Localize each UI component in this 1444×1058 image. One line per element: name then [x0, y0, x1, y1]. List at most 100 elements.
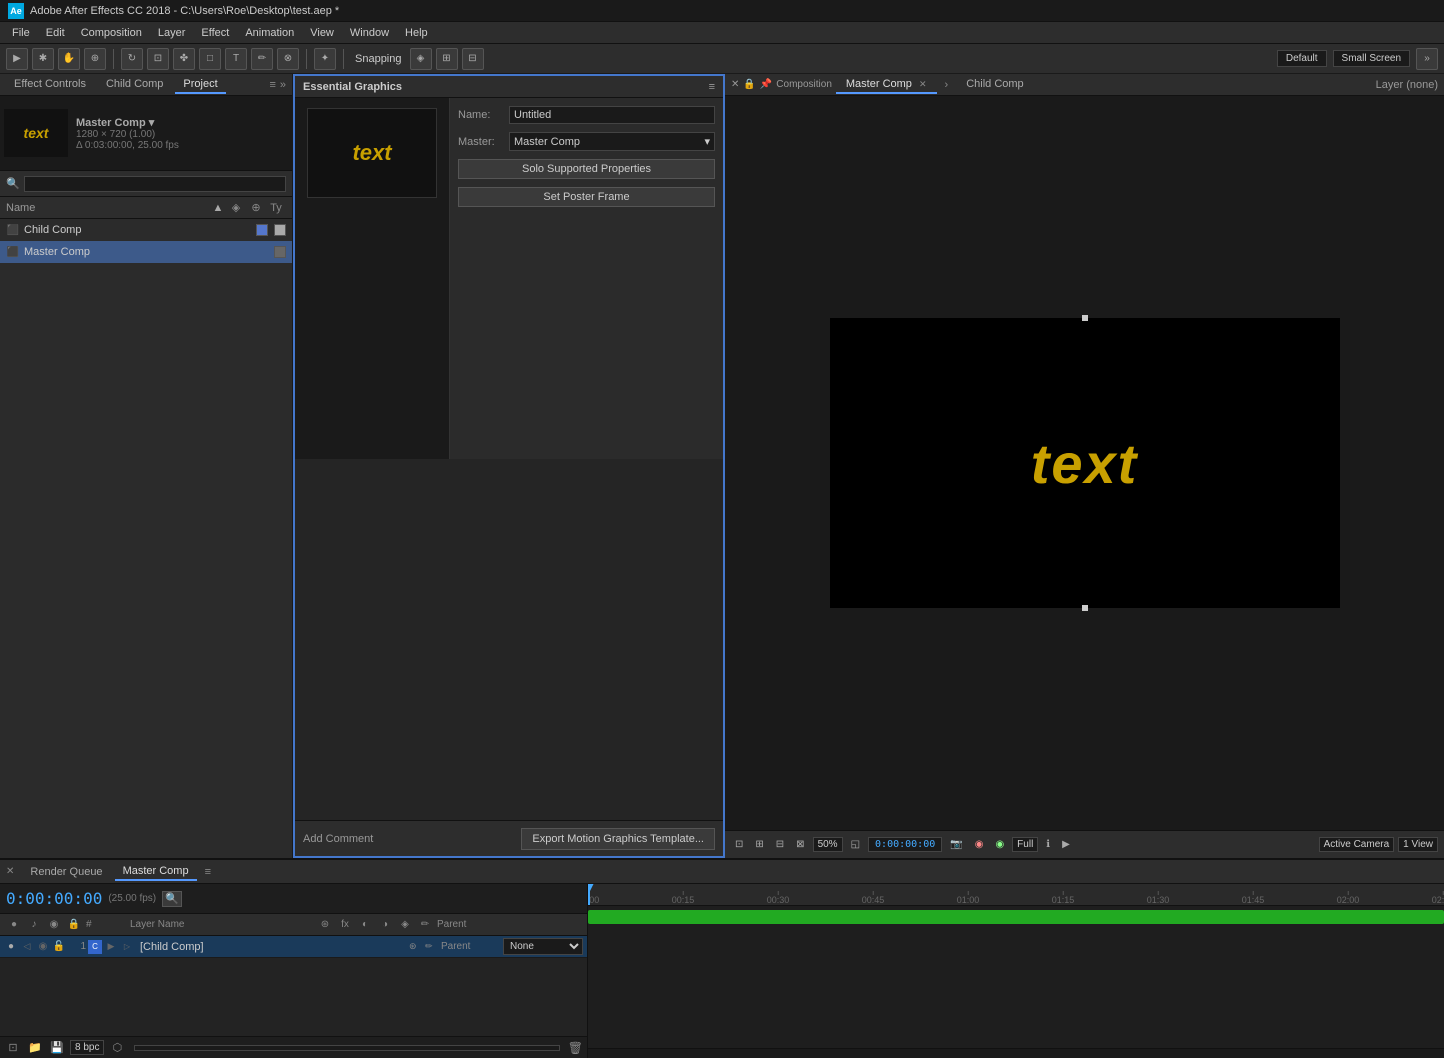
tab-render-queue[interactable]: Render Queue [22, 864, 110, 880]
toolbar-shape[interactable]: □ [199, 48, 221, 70]
master-comp-close[interactable]: ✕ [919, 79, 927, 89]
comp-color2[interactable]: ◉ [991, 838, 1008, 851]
toolbar-snap2[interactable]: ⊞ [436, 48, 458, 70]
solo-supported-btn[interactable]: Solo Supported Properties [458, 159, 715, 179]
handle-top-center[interactable] [1082, 315, 1088, 321]
toolbar-select[interactable]: ▶ [6, 48, 28, 70]
tab-child-comp[interactable]: Child Comp [98, 76, 171, 94]
preview-comp-name[interactable]: Master Comp ▾ [76, 116, 288, 129]
add-comment-btn[interactable]: Add Comment [303, 833, 513, 845]
set-poster-frame-btn[interactable]: Set Poster Frame [458, 187, 715, 207]
toolbar-hand[interactable]: ✋ [58, 48, 80, 70]
menu-file[interactable]: File [4, 25, 38, 41]
left-panel-expand[interactable]: » [280, 79, 286, 91]
export-motion-graphics-btn[interactable]: Export Motion Graphics Template... [521, 828, 715, 850]
workspace-small-screen[interactable]: Small Screen [1333, 50, 1410, 67]
toolbar-text-t[interactable]: T [225, 48, 247, 70]
tl-search-btn[interactable]: 🔍 [162, 891, 182, 907]
toolbar-zoom[interactable]: ⊕ [84, 48, 106, 70]
tl-pen-1[interactable]: ✏ [425, 941, 439, 952]
tl-motion-blur-1[interactable]: ⊛ [409, 941, 423, 952]
menu-layer[interactable]: Layer [150, 25, 194, 41]
tab-effect-controls[interactable]: Effect Controls [6, 76, 94, 94]
timeline-close[interactable]: ✕ [6, 866, 14, 877]
comp-lock-icon[interactable]: 🔒 [743, 79, 755, 90]
comp-quality-select[interactable]: Full [1012, 837, 1038, 852]
ruler-mark-3: 00:45 [862, 895, 885, 905]
track-bar-1[interactable] [588, 910, 1444, 924]
comp-views-select[interactable]: 1 View [1398, 837, 1438, 852]
toolbar-brush[interactable]: ✏ [251, 48, 273, 70]
col-type: Ty [266, 202, 286, 214]
tl-layer-row-1[interactable]: ● ◁ ◉ 🔓 1 C ▶ ▷ [Child Comp] ⊛ ✏ Parent … [0, 936, 587, 958]
tab-master-comp-timeline[interactable]: Master Comp [115, 863, 197, 881]
tab-child-comp-viewer[interactable]: Child Comp [956, 76, 1033, 94]
list-item-master-comp[interactable]: ⬛ Master Comp [0, 241, 292, 263]
timeline-area: ✕ Render Queue Master Comp ≡ 0:00:00:00 … [0, 858, 1444, 1058]
toolbar-camera[interactable]: ⊡ [147, 48, 169, 70]
toolbar-workspace-more[interactable]: » [1416, 48, 1438, 70]
toolbar-anchor[interactable]: ✤ [173, 48, 195, 70]
comp-ctrl-grid[interactable]: ⊞ [751, 838, 767, 851]
comp-ctrl-snap[interactable]: ⊡ [731, 838, 747, 851]
comp-ctrl-guides[interactable]: ⊟ [772, 838, 788, 851]
comp-zoom-select[interactable]: 50% [813, 837, 843, 852]
menu-effect[interactable]: Effect [193, 25, 237, 41]
handle-bottom-center[interactable] [1082, 605, 1088, 611]
search-input[interactable] [24, 176, 286, 192]
tab-master-comp[interactable]: Master Comp ✕ [836, 76, 937, 94]
toolbar-magnet[interactable]: ◈ [410, 48, 432, 70]
menu-view[interactable]: View [302, 25, 342, 41]
timeline-menu-icon[interactable]: ≡ [205, 866, 211, 878]
tl-save-icon[interactable]: 💾 [48, 1039, 66, 1057]
tl-graph-editor[interactable] [134, 1045, 559, 1051]
tl-expand-1[interactable]: ▶ [104, 940, 118, 954]
menu-animation[interactable]: Animation [237, 25, 302, 41]
comp-camera-icon[interactable]: 📷 [946, 838, 966, 851]
comp-ctrl-safe[interactable]: ⊠ [792, 838, 808, 851]
tl-num-header: # [86, 919, 104, 930]
toolbar-puppet[interactable]: ✦ [314, 48, 336, 70]
workspace-default[interactable]: Default [1277, 50, 1327, 67]
menu-window[interactable]: Window [342, 25, 397, 41]
project-list-header: Name ▲ ◈ ⊕ Ty [0, 197, 292, 219]
item-color2-child [274, 224, 286, 236]
tl-timecode[interactable]: 0:00:00:00 [6, 889, 102, 908]
timeline-h-scroll[interactable] [588, 1048, 1444, 1058]
tl-folder-icon[interactable]: 📁 [26, 1039, 44, 1057]
list-item-child-comp[interactable]: ⬛ Child Comp [0, 219, 292, 241]
tl-sub-expand-1[interactable]: ▷ [120, 940, 134, 954]
sort-icon[interactable]: ▲ [210, 202, 226, 214]
left-panel-menu[interactable]: ≡ [269, 79, 275, 91]
comp-timecode[interactable]: 0:00:00:00 [868, 837, 942, 852]
name-input[interactable] [509, 106, 715, 124]
toolbar-stamp[interactable]: ⊗ [277, 48, 299, 70]
comp-preview-btn[interactable]: ▶ [1058, 838, 1074, 851]
master-select[interactable]: Master Comp ▾ [509, 132, 715, 151]
tl-trash-icon[interactable]: 🗑 [568, 1041, 583, 1055]
menu-help[interactable]: Help [397, 25, 436, 41]
tab-project[interactable]: Project [175, 76, 225, 94]
comp-snap-icon[interactable]: 📌 [760, 79, 772, 90]
toolbar-rotate[interactable]: ↻ [121, 48, 143, 70]
comp-tab-separator: › [945, 79, 949, 91]
tl-audio-1[interactable]: ◁ [20, 940, 34, 954]
comp-info-btn[interactable]: ℹ [1042, 838, 1054, 851]
tl-solo-1[interactable]: ◉ [36, 940, 50, 954]
toolbar-pen[interactable]: ✱ [32, 48, 54, 70]
comp-fit-btn[interactable]: ◱ [847, 838, 864, 851]
toolbar-snap3[interactable]: ⊟ [462, 48, 484, 70]
tl-bpc-val[interactable]: 8 bpc [70, 1040, 104, 1055]
comp-color1[interactable]: ◉ [971, 838, 988, 851]
tl-playhead[interactable] [588, 884, 590, 905]
comp-close-icon[interactable]: ✕ [731, 79, 739, 90]
tl-parent-select-1[interactable]: None [503, 938, 583, 955]
tl-compose-icon[interactable]: ⊡ [4, 1039, 22, 1057]
tl-render-icon[interactable]: ⬡ [108, 1039, 126, 1057]
menu-edit[interactable]: Edit [38, 25, 73, 41]
menu-composition[interactable]: Composition [73, 25, 150, 41]
comp-camera-select[interactable]: Active Camera [1319, 837, 1395, 852]
tl-visibility-1[interactable]: ● [4, 940, 18, 954]
eg-menu-icon[interactable]: ≡ [709, 81, 715, 93]
tl-lock-1[interactable]: 🔓 [52, 940, 66, 954]
